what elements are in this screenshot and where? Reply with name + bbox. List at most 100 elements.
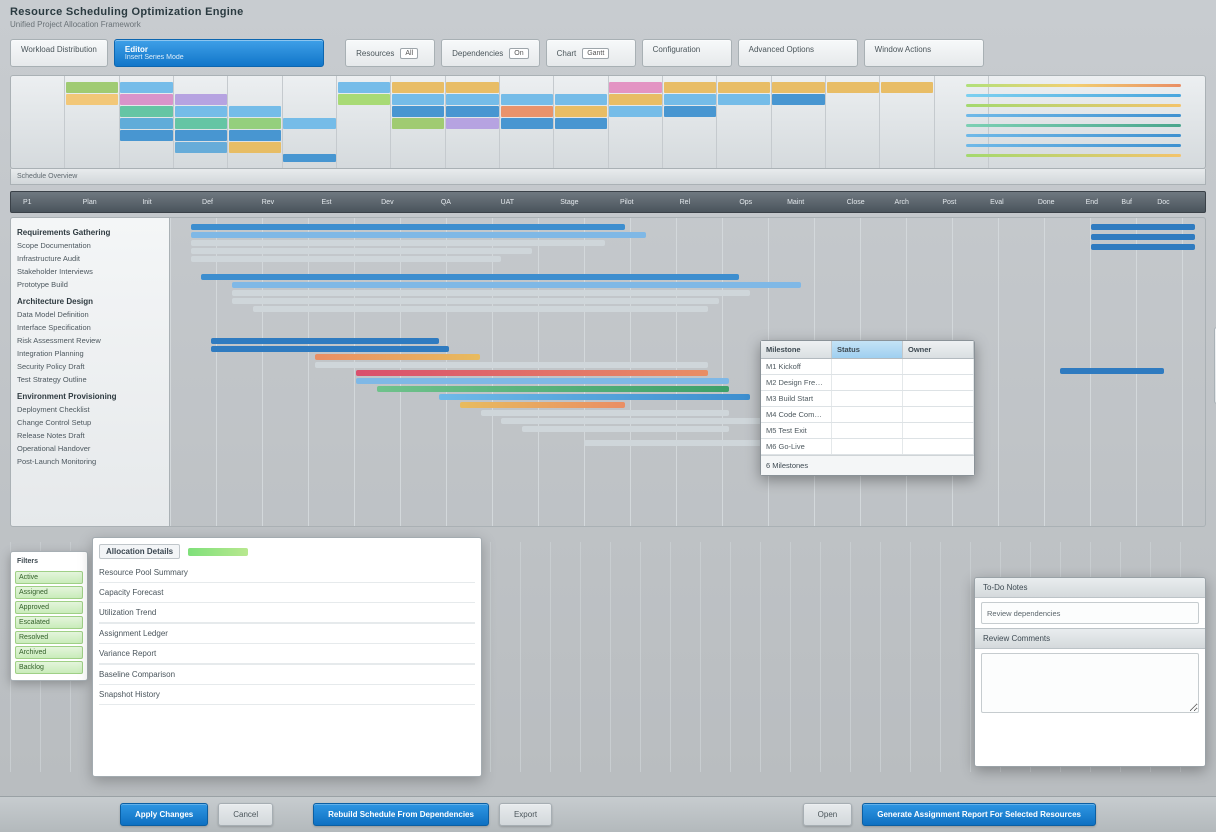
cal-block[interactable]	[664, 106, 717, 117]
filter-chip[interactable]: Escalated	[15, 616, 83, 629]
tab-dependencies[interactable]: Dependencies On	[441, 39, 540, 67]
gantt-bar[interactable]	[191, 224, 626, 230]
cal-block[interactable]	[229, 142, 282, 153]
cal-block[interactable]	[881, 82, 934, 93]
popup-cell[interactable]	[903, 359, 974, 374]
gantt-bar[interactable]	[1091, 224, 1195, 230]
tab-configuration[interactable]: Configuration	[642, 39, 732, 67]
cal-block[interactable]	[446, 118, 499, 129]
filter-chip[interactable]: Backlog	[15, 661, 83, 674]
cal-block[interactable]	[120, 130, 173, 141]
popup-cell[interactable]	[903, 375, 974, 390]
cal-block[interactable]	[175, 94, 228, 105]
popup-cell[interactable]: M6 Go-Live	[761, 439, 832, 454]
cal-block[interactable]	[120, 82, 173, 93]
gantt-bar[interactable]	[315, 362, 708, 368]
tab-editor[interactable]: Editor Insert Series Mode	[114, 39, 324, 67]
task-row[interactable]: Interface Specification	[17, 321, 163, 334]
generate-report-button[interactable]: Generate Assignment Report For Selected …	[862, 803, 1096, 826]
cal-block[interactable]	[338, 82, 391, 93]
allocation-item[interactable]: Variance Report	[99, 644, 475, 664]
tab-chart[interactable]: Chart Gantt	[546, 39, 636, 67]
gantt-bar[interactable]	[253, 306, 708, 312]
gantt-bar[interactable]	[315, 354, 481, 360]
tab-resources[interactable]: Resources All	[345, 39, 435, 67]
gantt-bar[interactable]	[232, 282, 801, 288]
rebuild-button[interactable]: Rebuild Schedule From Dependencies	[313, 803, 489, 826]
task-row[interactable]: Security Policy Draft	[17, 360, 163, 373]
milestone-popup[interactable]: Milestone Status Owner M1 Kickoff M2 Des…	[760, 340, 975, 476]
cal-block[interactable]	[501, 118, 554, 129]
cal-block[interactable]	[229, 118, 282, 129]
open-button[interactable]: Open	[803, 803, 853, 826]
task-row[interactable]: Environment Provisioning	[17, 390, 163, 403]
task-row[interactable]: Integration Planning	[17, 347, 163, 360]
popup-cell[interactable]: M2 Design Freeze	[761, 375, 832, 390]
filter-chip[interactable]: Resolved	[15, 631, 83, 644]
task-row[interactable]: Data Model Definition	[17, 308, 163, 321]
cal-block[interactable]	[555, 118, 608, 129]
popup-col-owner[interactable]: Owner	[903, 341, 974, 358]
filter-chip[interactable]: Assigned	[15, 586, 83, 599]
popup-cell[interactable]	[903, 439, 974, 454]
notes-panel[interactable]: To-Do Notes Review Comments	[974, 577, 1206, 767]
gantt-bar[interactable]	[232, 290, 750, 296]
gantt-bar[interactable]	[481, 410, 729, 416]
task-row[interactable]: Post-Launch Monitoring	[17, 455, 163, 468]
export-button[interactable]: Export	[499, 803, 552, 826]
gantt-bar[interactable]	[1091, 234, 1195, 240]
cal-block[interactable]	[283, 154, 336, 162]
cal-block[interactable]	[229, 130, 282, 141]
task-row[interactable]: Requirements Gathering	[17, 226, 163, 239]
popup-cell[interactable]	[832, 423, 903, 438]
filter-chip[interactable]: Approved	[15, 601, 83, 614]
cal-block[interactable]	[609, 82, 662, 93]
allocation-item[interactable]: Baseline Comparison	[99, 665, 475, 685]
cancel-button[interactable]: Cancel	[218, 803, 273, 826]
cal-block[interactable]	[501, 94, 554, 105]
cal-block[interactable]	[66, 82, 119, 93]
comments-textarea[interactable]	[981, 653, 1199, 713]
filter-panel[interactable]: Filters Active Assigned Approved Escalat…	[10, 551, 88, 681]
task-row[interactable]: Change Control Setup	[17, 416, 163, 429]
gantt-bar[interactable]	[201, 274, 739, 280]
cal-block[interactable]	[338, 94, 391, 105]
popup-col-milestone[interactable]: Milestone	[761, 341, 832, 358]
gantt-bar[interactable]	[439, 394, 750, 400]
task-row[interactable]: Stakeholder Interviews	[17, 265, 163, 278]
gantt-bar[interactable]	[356, 370, 708, 376]
popup-cell[interactable]	[832, 407, 903, 422]
cal-block[interactable]	[229, 106, 282, 117]
popup-cell[interactable]: M4 Code Complete	[761, 407, 832, 422]
cal-block[interactable]	[120, 106, 173, 117]
task-list[interactable]: Requirements Gathering Scope Documentati…	[10, 217, 170, 527]
tab-workload[interactable]: Workload Distribution	[10, 39, 108, 67]
allocation-item[interactable]: Capacity Forecast	[99, 583, 475, 603]
cal-block[interactable]	[283, 118, 336, 129]
cal-block[interactable]	[392, 94, 445, 105]
cal-block[interactable]	[446, 106, 499, 117]
tab-window-actions[interactable]: Window Actions	[864, 39, 984, 67]
gantt-bar[interactable]	[211, 346, 449, 352]
popup-cell[interactable]: M1 Kickoff	[761, 359, 832, 374]
filter-chip[interactable]: Active	[15, 571, 83, 584]
gantt-bar[interactable]	[191, 240, 605, 246]
popup-cell[interactable]: M3 Build Start	[761, 391, 832, 406]
popup-cell[interactable]	[832, 439, 903, 454]
popup-cell[interactable]	[832, 375, 903, 390]
allocation-item[interactable]: Utilization Trend	[99, 603, 475, 623]
allocation-item[interactable]: Assignment Ledger	[99, 624, 475, 644]
cal-block[interactable]	[120, 94, 173, 105]
cal-block[interactable]	[392, 106, 445, 117]
allocation-item[interactable]: Resource Pool Summary	[99, 563, 475, 583]
gantt-bar[interactable]	[191, 232, 646, 238]
cal-block[interactable]	[501, 106, 554, 117]
cal-block[interactable]	[175, 130, 228, 141]
task-row[interactable]: Test Strategy Outline	[17, 373, 163, 386]
task-row[interactable]: Release Notes Draft	[17, 429, 163, 442]
allocation-panel[interactable]: Allocation Details Resource Pool Summary…	[92, 537, 482, 777]
cal-block[interactable]	[772, 82, 825, 93]
gantt-bar[interactable]	[232, 298, 718, 304]
filter-chip[interactable]: Archived	[15, 646, 83, 659]
cal-block[interactable]	[446, 94, 499, 105]
